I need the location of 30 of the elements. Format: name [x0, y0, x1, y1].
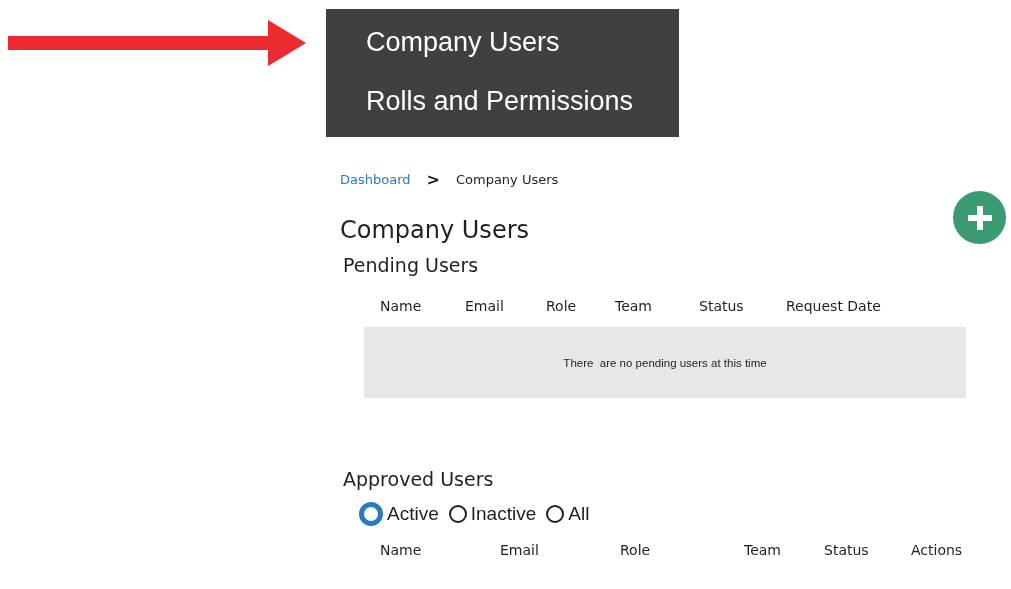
column-header: Email [500, 542, 540, 558]
section-title: Approved Users [343, 468, 495, 490]
breadcrumb-link[interactable]: Dashboard [340, 172, 411, 187]
column-header: Name [380, 542, 423, 558]
column-header: Status [699, 298, 745, 314]
plus-icon [967, 205, 992, 230]
menu-item[interactable]: Rolls and Permissions [366, 86, 634, 117]
column-header: Role [620, 542, 652, 558]
empty-message: There are no pending users at this time [563, 356, 767, 369]
column-header: Status [824, 542, 870, 558]
column-header: Actions [911, 542, 964, 558]
column-header: Role [546, 298, 578, 314]
column-header: Team [615, 298, 653, 314]
radio-option[interactable]: Inactive [448, 503, 537, 525]
breadcrumb-current: Company Users [455, 172, 559, 187]
page-title: Company Users [340, 216, 529, 244]
arrow-icon [8, 20, 306, 66]
radio-option[interactable]: Active [359, 502, 439, 526]
column-header: Request Date [786, 298, 882, 314]
column-header: Email [465, 298, 505, 314]
column-header: Team [744, 542, 782, 558]
column-header: Name [380, 298, 423, 314]
radio-icon[interactable] [359, 502, 383, 526]
add-button[interactable] [953, 191, 1006, 244]
radio-icon[interactable] [448, 505, 467, 523]
radio-option[interactable]: All [546, 503, 590, 525]
menu-item[interactable]: Company Users [366, 27, 560, 58]
radio-icon[interactable] [546, 505, 565, 523]
breadcrumb-separator: > [426, 170, 440, 189]
section-title: Pending Users [343, 254, 480, 276]
